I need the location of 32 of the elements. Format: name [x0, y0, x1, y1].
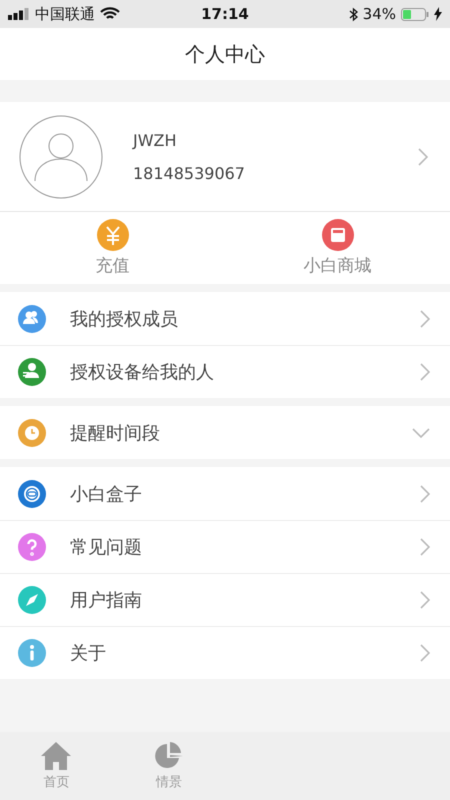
chevron-right-icon: [420, 363, 430, 381]
carrier-name: 中国联通: [35, 4, 95, 24]
yuan-icon: [96, 219, 128, 251]
quick-action-button[interactable]: 充值: [0, 212, 225, 284]
user-name: JWZH: [133, 130, 178, 150]
quick-action-button[interactable]: 小白商城: [225, 212, 450, 284]
signal-icon: [8, 8, 30, 20]
alarm-clock-icon: [18, 418, 46, 446]
chevron-right-icon: [420, 591, 430, 609]
chevron-right-icon: [420, 644, 430, 662]
info-icon: [18, 639, 46, 667]
chevron-down-icon: [412, 428, 430, 438]
battery-percent: 34%: [362, 5, 396, 23]
person-icon: [18, 358, 46, 386]
wifi-icon: [100, 7, 120, 21]
home-icon: [40, 741, 72, 771]
chevron-right-icon: [420, 484, 430, 502]
clock-time: 17:14: [201, 5, 249, 23]
bluetooth-icon: [348, 6, 358, 22]
page-title: 个人中心: [185, 40, 265, 68]
battery-icon: [401, 8, 429, 20]
question-icon: [18, 533, 46, 561]
compass-icon: [18, 586, 46, 614]
chevron-right-icon: [420, 538, 430, 556]
shop-icon: [322, 219, 354, 251]
chevron-right-icon: [420, 310, 430, 328]
chevron-right-icon: [418, 148, 428, 166]
charging-icon: [434, 7, 442, 21]
avatar-icon[interactable]: [19, 114, 103, 198]
robot-face-icon: [18, 480, 46, 508]
phone-number: 18148539067: [133, 164, 246, 182]
people-icon: [18, 304, 46, 332]
